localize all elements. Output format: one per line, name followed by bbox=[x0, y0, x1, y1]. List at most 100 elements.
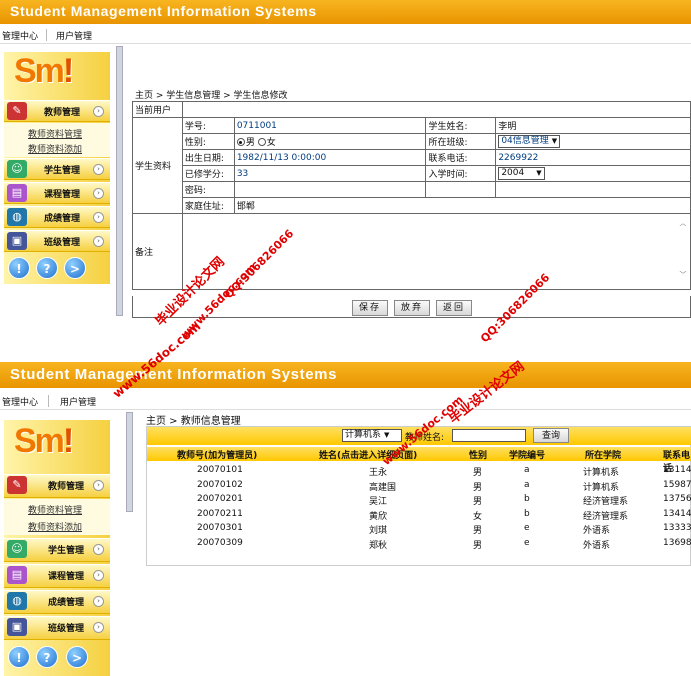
course-icon: ▤ bbox=[7, 184, 27, 202]
submenu-teacher-info[interactable]: 教师资料管理 bbox=[28, 127, 82, 140]
table-header: 教师号(加为管理员) 姓名(点击进入详细页面) 性别 学院编号 所在学院 联系电… bbox=[147, 447, 691, 474]
radio-female-label: 女 bbox=[266, 138, 276, 148]
current-user-label: 当前用户 bbox=[132, 101, 183, 118]
table-cell: 1598754 bbox=[663, 479, 691, 490]
student-id-value: 0711001 bbox=[233, 117, 427, 134]
nav-teacher-label: 教师管理 bbox=[48, 482, 85, 492]
alert-icon[interactable]: ! bbox=[8, 646, 30, 668]
menu-admin-center[interactable]: 管理中心 bbox=[2, 395, 38, 408]
col-gender: 性别 bbox=[469, 451, 488, 461]
app-title: Student Management Information Systems bbox=[10, 366, 338, 383]
dept-select[interactable]: 计算机系 ▼ bbox=[342, 429, 402, 442]
table-cell: 20070309 bbox=[197, 537, 243, 548]
chevron-down-icon: ▼ bbox=[536, 169, 542, 177]
forward-icon[interactable]: > bbox=[64, 257, 86, 279]
table-cell: 男 bbox=[473, 540, 483, 551]
teacher-name-link[interactable]: 王永 bbox=[369, 465, 387, 478]
table-cell: 1341412 bbox=[663, 508, 691, 519]
label-address: 家庭住址: bbox=[181, 197, 235, 214]
name-value: 李明 bbox=[495, 117, 691, 134]
nav-teacher-mgmt[interactable]: ✎ 教师管理 › bbox=[4, 100, 110, 122]
help-icon[interactable]: ? bbox=[36, 646, 58, 668]
radio-male[interactable] bbox=[236, 138, 245, 146]
textarea-scrollbar[interactable]: ︿ ﹀ bbox=[678, 218, 688, 284]
table-cell: 20070101 bbox=[197, 465, 243, 475]
teacher-name-link[interactable]: 郑秋 bbox=[369, 538, 387, 551]
enroll-select[interactable]: 2004 ▼ bbox=[498, 167, 545, 180]
phone-value: 2269922 bbox=[495, 149, 691, 166]
table-cell: b bbox=[524, 494, 530, 504]
table-row[interactable]: 20070309 郑秋 男 e 外语系 1369882 bbox=[147, 537, 691, 551]
teacher-panel: 计算机系 ▼ 教师姓名: 查询 教师号(加为管理员) 姓名(点击进入详细页面) 性… bbox=[146, 426, 691, 566]
table-row[interactable]: 20070211 黄欣 女 b 经济管理系 1341412 bbox=[147, 508, 691, 522]
section-label: 学生资料 bbox=[132, 117, 183, 214]
nav-student-mgmt[interactable]: ☺ 学生管理 › bbox=[4, 538, 110, 562]
submenu-teacher-info[interactable]: 教师资料管理 bbox=[28, 503, 82, 516]
chevron-right-icon: › bbox=[93, 188, 104, 199]
query-button[interactable]: 查询 bbox=[533, 428, 569, 443]
submenu-teacher-add[interactable]: 教师资料添加 bbox=[28, 142, 82, 155]
password-value[interactable] bbox=[233, 181, 427, 198]
radio-female[interactable] bbox=[257, 138, 266, 146]
teacher-icon: ✎ bbox=[7, 102, 27, 120]
table-row[interactable]: 20070201 吴江 男 b 经济管理系 1375656 bbox=[147, 493, 691, 507]
forward-icon[interactable]: > bbox=[66, 646, 88, 668]
save-button[interactable]: 保存 bbox=[352, 300, 388, 316]
nav-grade-mgmt[interactable]: ◍ 成绩管理 › bbox=[4, 206, 110, 228]
nav-class-label: 班级管理 bbox=[44, 238, 81, 248]
sidebar-splitter[interactable] bbox=[116, 46, 123, 316]
breadcrumb: 主页 > 学生信息管理 > 学生信息修改 bbox=[135, 91, 288, 101]
menu-user-mgmt[interactable]: 用户管理 bbox=[60, 395, 96, 408]
teacher-name-link[interactable]: 刘琪 bbox=[369, 523, 387, 536]
nav-class-mgmt[interactable]: ▣ 班级管理 › bbox=[4, 230, 110, 252]
remark-textarea[interactable]: ︿ ﹀ bbox=[181, 213, 691, 290]
table-row[interactable]: 20070102 高建国 男 a 计算机系 1598754 bbox=[147, 479, 691, 493]
chevron-right-icon: › bbox=[93, 212, 104, 223]
alert-icon[interactable]: ! bbox=[8, 257, 30, 279]
nav-grade-mgmt[interactable]: ◍ 成绩管理 › bbox=[4, 590, 110, 614]
submenu-teacher-add[interactable]: 教师资料添加 bbox=[28, 520, 82, 533]
chevron-right-icon: › bbox=[93, 164, 104, 175]
nav-course-mgmt[interactable]: ▤ 课程管理 › bbox=[4, 182, 110, 204]
back-button[interactable]: 返回 bbox=[436, 300, 472, 316]
table-row[interactable]: 20070101 王永 男 a 计算机系 1311412 bbox=[147, 464, 691, 478]
nav-student-mgmt[interactable]: ☺ 学生管理 › bbox=[4, 158, 110, 180]
discard-button[interactable]: 放弃 bbox=[394, 300, 430, 316]
teacher-name-input[interactable] bbox=[452, 429, 526, 442]
help-icon[interactable]: ? bbox=[36, 257, 58, 279]
nav-teacher-mgmt[interactable]: ✎ 教师管理 › bbox=[4, 474, 110, 498]
screenshot-student-edit: Student Management Information Systems 管… bbox=[0, 0, 691, 322]
class-select[interactable]: 04信息管理 ▼ bbox=[498, 135, 561, 148]
table-cell: 经济管理系 bbox=[583, 497, 629, 507]
teacher-name-link[interactable]: 吴江 bbox=[369, 494, 387, 507]
table-cell: 男 bbox=[473, 526, 483, 536]
student-icon: ☺ bbox=[7, 540, 27, 558]
sidebar: Sm! ✎ 教师管理 › 教师资料管理 教师资料添加 ☺ 学生管理 › ▤ 课程… bbox=[4, 52, 110, 284]
table-cell: 计算机系 bbox=[583, 482, 620, 493]
table-cell: 经济管理系 bbox=[583, 511, 629, 522]
course-icon: ▤ bbox=[7, 566, 27, 584]
top-menu: 管理中心 用户管理 bbox=[0, 392, 691, 410]
menu-user-mgmt[interactable]: 用户管理 bbox=[56, 29, 92, 42]
teacher-submenu: 教师资料管理 教师资料添加 bbox=[4, 499, 110, 535]
chevron-up-icon: ︿ bbox=[679, 219, 687, 227]
teacher-name-link[interactable]: 高建国 bbox=[369, 480, 396, 493]
nav-class-mgmt[interactable]: ▣ 班级管理 › bbox=[4, 616, 110, 640]
sidebar: Sm! ✎ 教师管理 › 教师资料管理 教师资料添加 ☺ 学生管理 › ▤ 课程… bbox=[4, 420, 110, 676]
gender-radio-group: 男 女 bbox=[233, 133, 427, 150]
current-user-value bbox=[181, 101, 691, 118]
nav-course-mgmt[interactable]: ▤ 课程管理 › bbox=[4, 564, 110, 588]
teacher-name-link[interactable]: 黄欣 bbox=[369, 509, 387, 522]
label-credits: 已修学分: bbox=[181, 165, 235, 182]
breadcrumb: 主页 > 教师信息管理 bbox=[146, 416, 241, 427]
table-cell: 计算机系 bbox=[583, 468, 620, 478]
nav-course-label: 课程管理 bbox=[44, 190, 81, 200]
col-college-id: 学院编号 bbox=[509, 451, 546, 461]
table-row[interactable]: 20070301 刘琪 男 e 外语系 1333368 bbox=[147, 522, 691, 536]
nav-student-label: 学生管理 bbox=[44, 166, 81, 176]
menu-admin-center[interactable]: 管理中心 bbox=[2, 29, 38, 42]
label-class: 所在班级: bbox=[425, 133, 497, 150]
sidebar-splitter[interactable] bbox=[126, 412, 133, 512]
menu-divider bbox=[48, 395, 49, 407]
table-cell: a bbox=[524, 465, 530, 475]
